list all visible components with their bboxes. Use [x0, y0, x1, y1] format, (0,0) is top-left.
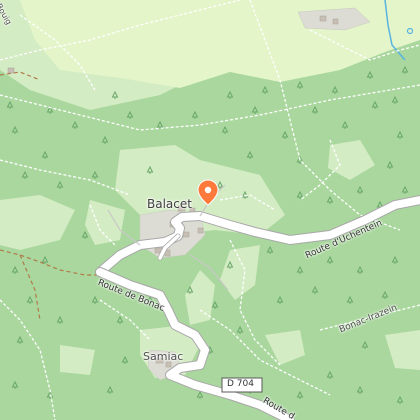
road-number-label: D 704 — [227, 379, 254, 389]
place-label-samiac: Samiac — [143, 350, 184, 363]
map-canvas — [0, 0, 420, 420]
place-label-balacet: Balacet — [147, 197, 192, 211]
map-view[interactable]: Balacet Samiac Bonac-Irazein Route d'Uch… — [0, 0, 420, 420]
